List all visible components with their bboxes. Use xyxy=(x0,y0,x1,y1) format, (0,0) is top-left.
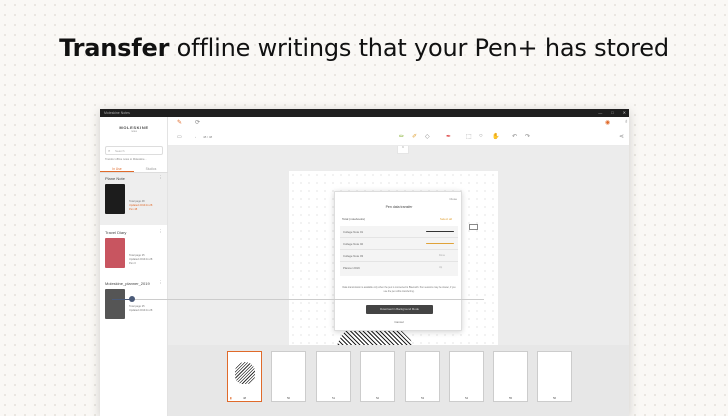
transfer-row[interactable]: College Note 01 xyxy=(340,226,458,238)
maximize-button[interactable]: □ xyxy=(611,109,613,117)
lasso-icon[interactable]: ○ xyxy=(479,133,483,139)
page-number: 50 xyxy=(286,396,291,400)
page-number: 55 xyxy=(508,396,513,400)
prev-page-icon[interactable]: ‹ xyxy=(195,135,196,139)
page-thumbnail[interactable]: ▮ 48 xyxy=(227,351,262,402)
redo-icon[interactable]: ↷ xyxy=(525,133,530,140)
notebook-item[interactable]: Travel Diary ⋮ Total page 25 Updated 201… xyxy=(100,227,167,279)
notebook-item[interactable]: Plane Note ⋮ Total page 48 Updated 2019.… xyxy=(100,173,167,225)
bookmark-icon[interactable]: ◉ xyxy=(605,119,610,126)
pen-icon[interactable]: ✎ xyxy=(177,119,182,126)
sync-link[interactable]: Transfer offline notes to Moleskine... xyxy=(105,158,147,161)
download-background-button[interactable]: Download in Background Mode xyxy=(366,305,433,314)
notebook-cover xyxy=(105,184,125,214)
notebook-transfer-list: College Note 01 College Note 02 College … xyxy=(340,226,458,276)
tab-in-use[interactable]: In Use xyxy=(100,165,134,172)
page-number: 51 xyxy=(331,396,336,400)
more-icon[interactable]: ⋮ xyxy=(159,175,164,181)
page-slider-track[interactable] xyxy=(112,299,484,300)
search-input[interactable]: ⌕ Search xyxy=(105,146,163,155)
page-number: 54 xyxy=(464,396,469,400)
notebook-info: Total page 25 Updated 2019.11.28 xyxy=(129,305,152,313)
notebook-title: Moleskine_planner_2019 xyxy=(105,281,150,286)
marker-icon[interactable]: ✐ xyxy=(412,133,417,140)
page-thumbnail[interactable]: 53 xyxy=(405,351,440,402)
notebook-pen-count: Pen 0 xyxy=(129,262,136,265)
notebook-title: Plane Note xyxy=(105,176,125,181)
notebook-cover xyxy=(105,238,125,268)
page-thumbnail[interactable]: 50 xyxy=(271,351,306,402)
pen-transfer-dialog: Close Pen data transfer Total (notebooks… xyxy=(334,191,462,331)
eraser-icon[interactable]: ◇ xyxy=(425,133,430,140)
total-label: Total (notebooks) xyxy=(342,217,366,221)
page-number: 52 xyxy=(375,396,380,400)
dialog-title: Pen data transfer xyxy=(385,205,413,209)
page-thumbnail[interactable]: 56 xyxy=(537,351,572,402)
page-view-icon[interactable]: ▭ xyxy=(177,134,182,140)
transfer-row[interactable]: College Note 03 Done xyxy=(340,250,458,262)
notebook-cover xyxy=(105,289,125,319)
toolbar: ✎ ⟳ ▭ ‹ 48 / 48 ✏ ✐ ◇ ✒ ⬚ ○ ✋ ↶ ↷ ◉ ♁ ⚐ … xyxy=(168,117,629,146)
transfer-row[interactable]: Planner 2019 Up xyxy=(340,262,458,274)
lightbulb-icon[interactable]: ♁ xyxy=(624,119,629,125)
headline-rest: offline writings that your Pen+ has stor… xyxy=(169,34,669,62)
cancel-button[interactable]: Cancel xyxy=(335,320,463,324)
brand-subtitle: notes xyxy=(130,130,138,133)
search-placeholder: Search xyxy=(115,149,125,153)
sync-icon[interactable]: ⟳ xyxy=(195,119,200,126)
notebook-info: Total page 25 Updated 2019.11.28 Pen 0 xyxy=(129,254,152,266)
page-thumbnail[interactable]: 55 xyxy=(493,351,528,402)
minimize-button[interactable]: — xyxy=(598,109,602,117)
notebook-updated: Updated 2019.11.28 xyxy=(129,309,153,312)
headline: Transfer offline writings that your Pen+… xyxy=(0,34,728,62)
app-window: Moleskine Notes — □ ✕ MOLESKINE notes ⌕ … xyxy=(100,109,629,416)
page-slider-handle[interactable] xyxy=(129,296,135,302)
progress-bar xyxy=(426,231,454,233)
page-number: 56 xyxy=(552,396,557,400)
bear-sketch-preview xyxy=(235,362,255,384)
undo-icon[interactable]: ↶ xyxy=(512,133,517,140)
close-window-button[interactable]: ✕ xyxy=(623,109,626,117)
page-number: 48 xyxy=(242,396,247,400)
more-icon[interactable]: ⋮ xyxy=(159,229,164,235)
transfer-row-label: College Note 02 xyxy=(343,242,364,246)
more-icon[interactable]: ⋮ xyxy=(159,280,164,286)
transfer-row-label: College Note 01 xyxy=(343,230,364,234)
notebook-info: Total page 48 Updated 2019.11.28 Pen 48 xyxy=(129,200,152,212)
share-icon[interactable]: ⋖ xyxy=(619,133,624,140)
select-icon[interactable]: ⬚ xyxy=(466,133,472,140)
transfer-note: Data transmission is available only when… xyxy=(342,287,456,293)
transfer-row[interactable]: College Note 02 xyxy=(340,238,458,250)
transfer-row-label: College Note 03 xyxy=(343,254,364,258)
transfer-status: Done xyxy=(439,254,445,257)
page-number: 53 xyxy=(420,396,425,400)
page-indicator: 48 / 48 xyxy=(203,135,213,139)
page-thumbnail[interactable]: 51 xyxy=(316,351,351,402)
hand-icon[interactable]: ✋ xyxy=(492,133,499,140)
transfer-status: Up xyxy=(439,266,443,269)
sidebar-tabs: In Use Studios xyxy=(100,165,168,173)
notebook-title: Travel Diary xyxy=(105,230,127,235)
chevron-up-icon[interactable]: ⌃ xyxy=(397,146,409,154)
tab-studios[interactable]: Studios xyxy=(134,165,168,172)
title-bar: Moleskine Notes — □ ✕ xyxy=(100,109,629,117)
pencil-icon[interactable]: ✏ xyxy=(399,133,404,140)
dialog-close-button[interactable]: Close xyxy=(449,197,457,201)
headline-bold: Transfer xyxy=(59,34,170,62)
progress-bar xyxy=(426,243,454,245)
notebook-pen-count: Pen 48 xyxy=(129,208,138,211)
transfer-row-label: Planner 2019 xyxy=(343,266,360,270)
page-thumbnail[interactable]: 52 xyxy=(360,351,395,402)
select-all-link[interactable]: Select all xyxy=(440,217,452,221)
notebook-item[interactable]: Moleskine_planner_2019 ⋮ Total page 25 U… xyxy=(100,278,167,330)
expand-icon[interactable] xyxy=(469,224,478,230)
window-title: Moleskine Notes xyxy=(104,111,130,115)
color-pen-icon[interactable]: ✒ xyxy=(446,133,451,140)
search-icon: ⌕ xyxy=(108,148,111,153)
sidebar: MOLESKINE notes ⌕ Search Transfer offlin… xyxy=(100,117,168,416)
page-thumbnail[interactable]: 54 xyxy=(449,351,484,402)
page-thumbnail-strip: ▮ 48 50 51 52 53 54 55 56 xyxy=(168,345,629,416)
